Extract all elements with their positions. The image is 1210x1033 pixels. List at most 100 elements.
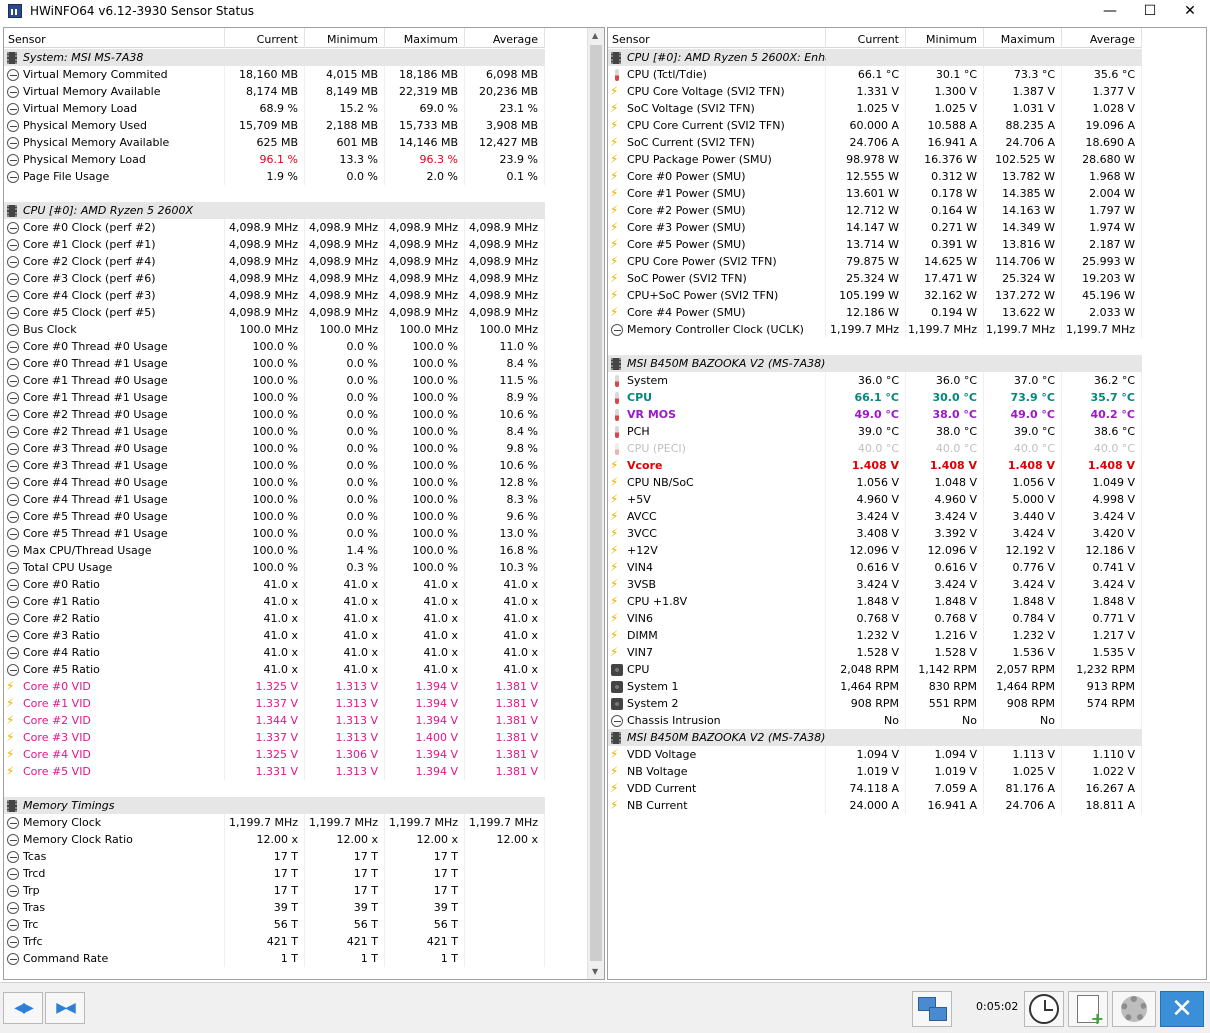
sensor-row[interactable]: AVCC3.424 V3.424 V3.440 V3.424 V: [608, 508, 1142, 525]
sensor-row[interactable]: CPU Core Current (SVI2 TFN) 60.000 A10.58…: [608, 117, 1142, 134]
settings-button[interactable]: [1112, 991, 1156, 1027]
sensor-row[interactable]: CPU Core Voltage (SVI2 TFN) 1.331 V1.300 …: [608, 83, 1142, 100]
column-sensor[interactable]: Sensor: [608, 28, 826, 48]
sensor-group-header[interactable]: CPU [#0]: AMD Ryzen 5 2600X: [4, 202, 545, 219]
vertical-scrollbar[interactable]: ▲ ▼: [587, 28, 604, 979]
sensor-row[interactable]: Max CPU/Thread Usage 100.0 % 1.4 % 100.0 % 1…: [4, 542, 545, 559]
logging-button[interactable]: [1068, 991, 1108, 1028]
column-maximum[interactable]: Maximum: [385, 28, 465, 48]
sensor-row[interactable]: VIN60.768 V0.768 V0.784 V0.771 V: [608, 610, 1142, 627]
sensor-group-header[interactable]: CPU [#0]: AMD Ryzen 5 2600X: Enhan...: [608, 49, 1142, 66]
sensor-row[interactable]: Core #2 Clock (perf #4) 4,098.9 MHz 4,098.…: [4, 253, 545, 270]
sensor-row[interactable]: Core #5 Clock (perf #5) 4,098.9 MHz 4,098.…: [4, 304, 545, 321]
sensor-row[interactable]: PCH 39.0 °C 38.0 °C 39.0 °C 38.6 °C: [608, 423, 1142, 440]
sensor-row[interactable]: Core #1 VID 1.337 V1.313 V1.394 V1.381 V: [4, 695, 545, 712]
sensor-row[interactable]: Core #2 Thread #1 Usage 100.0 % 0.0 % 100.0…: [4, 423, 545, 440]
sensor-row[interactable]: CPU (Tctl/Tdie) 66.1 °C 30.1 °C 73.3 °C 35.6…: [608, 66, 1142, 83]
sensor-row[interactable]: Core #5 Thread #1 Usage 100.0 % 0.0 % 100.0…: [4, 525, 545, 542]
sensor-row[interactable]: Memory Controller Clock (UCLK) 1,199.7 MH…: [608, 321, 1142, 338]
sensor-row[interactable]: Core #4 Thread #0 Usage 100.0 % 0.0 % 100.0…: [4, 474, 545, 491]
sensor-row[interactable]: 3VSB3.424 V3.424 V3.424 V3.424 V: [608, 576, 1142, 593]
sensor-row[interactable]: Memory Clock Ratio 12.00 x 12.00 x 12.00 x1…: [4, 831, 545, 848]
sensor-row[interactable]: Physical Memory Available 625 MB 601 MB 14,…: [4, 134, 545, 151]
sensor-row[interactable]: Core #0 Ratio 41.0 x 41.0 x 41.0 x 41.0 x: [4, 576, 545, 593]
sensor-row[interactable]: Tcas 17 T 17 T 17 T: [4, 848, 545, 865]
scroll-up-icon[interactable]: ▲: [592, 31, 598, 40]
sensor-row[interactable]: CPU (PECI) 40.0 °C 40.0 °C 40.0 °C 40.0 °C: [608, 440, 1142, 457]
sensor-row[interactable]: Core #4 Thread #1 Usage 100.0 % 0.0 % 100.0…: [4, 491, 545, 508]
sensor-row[interactable]: Core #4 Clock (perf #3) 4,098.9 MHz 4,098.…: [4, 287, 545, 304]
maximize-button[interactable]: ☐: [1130, 0, 1170, 22]
sensor-row[interactable]: Core #5 Thread #0 Usage 100.0 % 0.0 % 100.0…: [4, 508, 545, 525]
sensor-pane-left[interactable]: Sensor Current Minimum Maximum Average S…: [3, 27, 605, 980]
sensor-row[interactable]: Command Rate 1 T1 T1 T: [4, 950, 545, 967]
sensor-row[interactable]: CPU+SoC Power (SVI2 TFN) 105.199 W32.162 …: [608, 287, 1142, 304]
sensor-pane-right[interactable]: Sensor Current Minimum Maximum Average C…: [607, 27, 1207, 980]
sensor-row[interactable]: NB Current 24.000 A16.941 A24.706 A18.811…: [608, 797, 1142, 814]
sensor-row[interactable]: +12V12.096 V12.096 V12.192 V12.186 V: [608, 542, 1142, 559]
sensor-row[interactable]: Trc 56 T 56 T 56 T: [4, 916, 545, 933]
sensor-row[interactable]: Virtual Memory Load 68.9 % 15.2 % 69.0 % 23.…: [4, 100, 545, 117]
sensor-row[interactable]: Trcd 17 T 17 T 17 T: [4, 865, 545, 882]
sensor-row[interactable]: Chassis Intrusion No No No: [608, 712, 1142, 729]
minimize-button[interactable]: —: [1090, 0, 1130, 22]
scroll-thumb[interactable]: [590, 45, 602, 961]
sensor-row[interactable]: Core #0 Clock (perf #2) 4,098.9 MHz 4,098.…: [4, 219, 545, 236]
sensor-row[interactable]: Core #1 Power (SMU) 13.601 W0.178 W14.385…: [608, 185, 1142, 202]
column-current[interactable]: Current: [826, 28, 906, 48]
sensor-row[interactable]: VIN40.616 V0.616 V0.776 V0.741 V: [608, 559, 1142, 576]
sensor-row[interactable]: Total CPU Usage 100.0 % 0.3 % 100.0 % 10.3 %: [4, 559, 545, 576]
sensor-row[interactable]: Physical Memory Used 15,709 MB 2,188 MB 15,…: [4, 117, 545, 134]
sensor-row[interactable]: SoC Voltage (SVI2 TFN)1.025 V1.025 V1.03…: [608, 100, 1142, 117]
sensor-row[interactable]: Core #1 Thread #0 Usage 100.0 % 0.0 % 100.0…: [4, 372, 545, 389]
sensor-row[interactable]: Core #0 VID 1.325 V1.313 V1.394 V1.381 V: [4, 678, 545, 695]
sensor-row[interactable]: System 36.0 °C 36.0 °C 37.0 °C 36.2 °C: [608, 372, 1142, 389]
column-average[interactable]: Average: [1062, 28, 1142, 48]
sensor-row[interactable]: Core #3 Thread #0 Usage 100.0 % 0.0 % 100.0…: [4, 440, 545, 457]
sensor-row[interactable]: Core #0 Thread #1 Usage 100.0 % 0.0 % 100.0…: [4, 355, 545, 372]
sensor-row[interactable]: Core #5 Power (SMU) 13.714 W0.391 W13.816…: [608, 236, 1142, 253]
column-maximum[interactable]: Maximum: [984, 28, 1062, 48]
sensor-row[interactable]: CPU NB/SoC1.056 V1.048 V1.056 V1.049 V: [608, 474, 1142, 491]
sensor-row[interactable]: Core #2 Power (SMU) 12.712 W0.164 W14.163…: [608, 202, 1142, 219]
sensor-row[interactable]: Core #3 Thread #1 Usage 100.0 % 0.0 % 100.0…: [4, 457, 545, 474]
sensor-group-header[interactable]: MSI B450M BAZOOKA V2 (MS-7A38) (...: [608, 729, 1142, 746]
sensor-row[interactable]: 3VCC 3.408 V3.392 V3.424 V3.420 V: [608, 525, 1142, 542]
sensor-row[interactable]: SoC Current (SVI2 TFN) 24.706 A16.941 A24…: [608, 134, 1142, 151]
sensor-row[interactable]: Core #4 Power (SMU) 12.186 W0.194 W13.622…: [608, 304, 1142, 321]
sensor-row[interactable]: Virtual Memory Available 8,174 MB 8,149 MB…: [4, 83, 545, 100]
sensor-row[interactable]: CPU +1.8V1.848 V1.848 V1.848 V1.848 V: [608, 593, 1142, 610]
sensor-row[interactable]: Core #2 Ratio 41.0 x 41.0 x 41.0 x 41.0 x: [4, 610, 545, 627]
sensor-row[interactable]: CPU Package Power (SMU) 98.978 W16.376 W1…: [608, 151, 1142, 168]
sensor-row[interactable]: Core #3 Clock (perf #6) 4,098.9 MHz 4,098.…: [4, 270, 545, 287]
sensor-group-header[interactable]: System: MSI MS-7A38: [4, 49, 545, 66]
column-minimum[interactable]: Minimum: [305, 28, 385, 48]
sensor-row[interactable]: Memory Clock 1,199.7 MHz 1,199.7 MHz 1,199.…: [4, 814, 545, 831]
sensor-row[interactable]: Core #0 Power (SMU) 12.555 W0.312 W13.782…: [608, 168, 1142, 185]
sensor-row[interactable]: Core #1 Thread #1 Usage 100.0 % 0.0 % 100.0…: [4, 389, 545, 406]
sensor-row[interactable]: CPU Core Power (SVI2 TFN) 79.875 W14.625 …: [608, 253, 1142, 270]
sensor-row[interactable]: Core #3 Power (SMU) 14.147 W0.271 W14.349…: [608, 219, 1142, 236]
sensor-row[interactable]: Vcore1.408 V1.408 V1.408 V1.408 V: [608, 457, 1142, 474]
sensor-row[interactable]: CPU 66.1 °C 30.0 °C 73.9 °C 35.7 °C: [608, 389, 1142, 406]
sensor-row[interactable]: Core #3 Ratio 41.0 x 41.0 x 41.0 x 41.0 x: [4, 627, 545, 644]
sensor-row[interactable]: Core #1 Clock (perf #1) 4,098.9 MHz 4,098.…: [4, 236, 545, 253]
column-average[interactable]: Average: [465, 28, 545, 48]
sensor-row[interactable]: VIN71.528 V1.528 V1.536 V1.535 V: [608, 644, 1142, 661]
sensor-row[interactable]: Core #3 VID 1.337 V1.313 V1.400 V1.381 V: [4, 729, 545, 746]
sensor-row[interactable]: Core #1 Ratio 41.0 x 41.0 x 41.0 x 41.0 x: [4, 593, 545, 610]
sensor-row[interactable]: Trp 17 T 17 T 17 T: [4, 882, 545, 899]
sensor-row[interactable]: VR MOS 49.0 °C 38.0 °C 49.0 °C 40.2 °C: [608, 406, 1142, 423]
sensor-row[interactable]: Tras 39 T 39 T 39 T: [4, 899, 545, 916]
sensor-row[interactable]: NB Voltage1.019 V1.019 V1.025 V1.022 V: [608, 763, 1142, 780]
scroll-down-icon[interactable]: ▼: [592, 967, 598, 976]
column-current[interactable]: Current: [225, 28, 305, 48]
reset-timer-button[interactable]: [1024, 991, 1064, 1027]
sensor-row[interactable]: VDD Voltage1.094 V1.094 V1.113 V1.110 V: [608, 746, 1142, 763]
sensor-row[interactable]: Core #2 VID 1.344 V1.313 V1.394 V1.381 V: [4, 712, 545, 729]
sensor-group-header[interactable]: Memory Timings: [4, 797, 545, 814]
sensor-row[interactable]: Page File Usage 1.9 % 0.0 % 2.0 % 0.1 %: [4, 168, 545, 185]
sensor-row[interactable]: Physical Memory Load 96.1 % 13.3 % 96.3 % 23…: [4, 151, 545, 168]
sensor-row[interactable]: Core #4 Ratio 41.0 x 41.0 x 41.0 x 41.0 x: [4, 644, 545, 661]
sensor-row[interactable]: Virtual Memory Commited 18,160 MB 4,015 MB…: [4, 66, 545, 83]
